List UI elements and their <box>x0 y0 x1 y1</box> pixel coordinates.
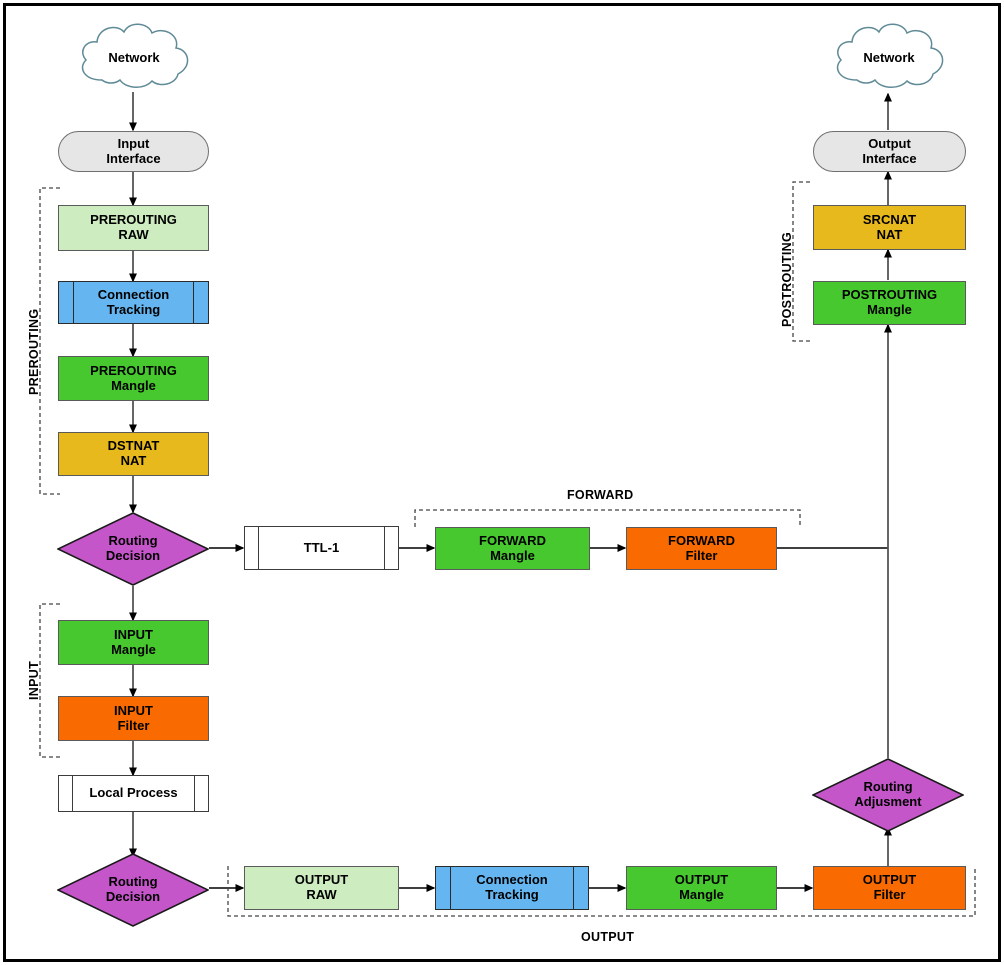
input-filter-node: INPUT Filter <box>58 696 209 741</box>
output-raw-node: OUTPUT RAW <box>244 866 399 910</box>
routing-decision-1-node: Routing Decision <box>57 512 209 586</box>
prerouting-raw-node: PREROUTING RAW <box>58 205 209 251</box>
prerouting-mangle-node: PREROUTING Mangle <box>58 356 209 401</box>
input-interface-node: Input Interface <box>58 131 209 172</box>
packet-flow-diagram: Network Network Input Interface Output I… <box>0 0 1004 965</box>
cloud-label-input: Network <box>108 49 160 65</box>
chain-label-prerouting: PREROUTING <box>27 308 41 395</box>
chain-label-postrouting: POSTROUTING <box>780 232 794 327</box>
srcnat-node: SRCNAT NAT <box>813 205 966 250</box>
chain-label-output: OUTPUT <box>581 930 635 944</box>
routing-decision-2-label: Routing Decision <box>105 874 161 904</box>
output-mangle-node: OUTPUT Mangle <box>626 866 777 910</box>
prerouting-conntrack-node: Connection Tracking <box>58 281 209 324</box>
routing-decision-1-label: Routing Decision <box>105 533 161 563</box>
cloud-label-output: Network <box>863 49 915 65</box>
output-filter-node: OUTPUT Filter <box>813 866 966 910</box>
network-cloud-output: Network <box>827 18 951 96</box>
dstnat-node: DSTNAT NAT <box>58 432 209 476</box>
routing-adjusment-label: Routing Adjusment <box>854 779 922 809</box>
network-cloud-input: Network <box>72 18 196 96</box>
ttl-node: TTL-1 <box>244 526 399 570</box>
routing-adjusment-node: Routing Adjusment <box>812 758 964 832</box>
output-interface-node: Output Interface <box>813 131 966 172</box>
chain-label-forward: FORWARD <box>567 488 634 502</box>
routing-decision-2-node: Routing Decision <box>57 853 209 927</box>
postrouting-mangle-node: POSTROUTING Mangle <box>813 281 966 325</box>
forward-mangle-node: FORWARD Mangle <box>435 527 590 570</box>
local-process-node: Local Process <box>58 775 209 812</box>
forward-filter-node: FORWARD Filter <box>626 527 777 570</box>
output-conntrack-node: Connection Tracking <box>435 866 589 910</box>
input-mangle-node: INPUT Mangle <box>58 620 209 665</box>
chain-label-input: INPUT <box>27 661 41 700</box>
